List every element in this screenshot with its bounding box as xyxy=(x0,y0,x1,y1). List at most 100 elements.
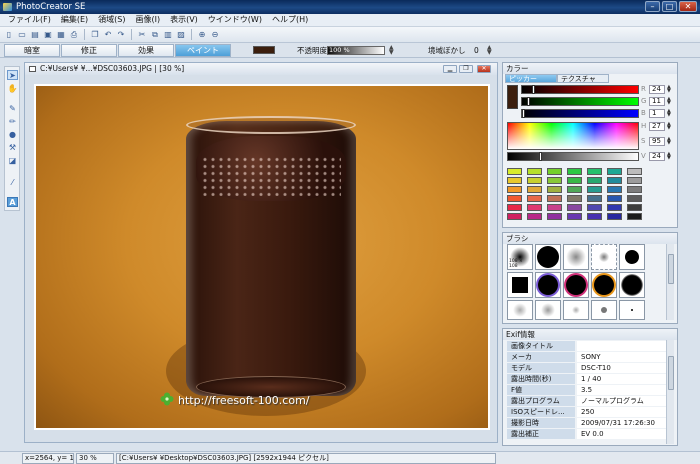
palette-swatch[interactable] xyxy=(547,177,562,184)
brush-preset[interactable] xyxy=(535,272,561,298)
palette-swatch[interactable] xyxy=(627,168,642,175)
tab-picker[interactable]: ピッカー xyxy=(505,74,557,83)
palette-swatch[interactable] xyxy=(607,177,622,184)
palette-swatch[interactable] xyxy=(567,204,582,211)
copy-icon[interactable]: ⧉ xyxy=(149,29,161,41)
menu-image[interactable]: 画像(I) xyxy=(130,14,165,26)
opacity-spin-icon[interactable]: ▲ ▼ xyxy=(389,45,394,56)
palette-swatch[interactable] xyxy=(567,195,582,202)
brush-preset[interactable] xyxy=(619,300,645,320)
opacity-slider[interactable]: 100 % xyxy=(327,46,385,55)
eraser-icon[interactable]: ◪ xyxy=(7,155,18,165)
save-icon[interactable]: ▣ xyxy=(42,29,54,41)
palette-swatch[interactable] xyxy=(587,168,602,175)
tab-texture[interactable]: テクスチャ xyxy=(557,74,609,83)
palette-swatch[interactable] xyxy=(607,186,622,193)
palette-swatch[interactable] xyxy=(567,213,582,220)
palette-swatch[interactable] xyxy=(527,177,542,184)
palette-swatch[interactable] xyxy=(507,204,522,211)
current-color-preview[interactable] xyxy=(507,85,518,109)
palette-swatch[interactable] xyxy=(627,204,642,211)
channel-value-h[interactable]: 27 xyxy=(649,122,665,131)
print-icon[interactable]: ⎙ xyxy=(68,29,80,41)
palette-swatch[interactable] xyxy=(627,186,642,193)
brush-preset[interactable] xyxy=(591,300,617,320)
palette-swatch[interactable] xyxy=(587,213,602,220)
menu-selection[interactable]: 領域(S) xyxy=(93,14,130,26)
slider-green[interactable] xyxy=(521,97,639,106)
brush-preset[interactable] xyxy=(563,272,589,298)
maximize-button[interactable]: □ xyxy=(662,1,677,12)
spin-r-icon[interactable]: ▲ ▼ xyxy=(667,85,671,94)
brush-preset[interactable] xyxy=(591,272,617,298)
palette-swatch[interactable] xyxy=(507,168,522,175)
palette-swatch[interactable] xyxy=(607,204,622,211)
palette-swatch[interactable] xyxy=(527,186,542,193)
image-canvas[interactable]: http://freesoft-100.com/ xyxy=(34,84,490,430)
palette-swatch[interactable] xyxy=(547,213,562,220)
palette-swatch[interactable] xyxy=(607,195,622,202)
palette-swatch[interactable] xyxy=(607,168,622,175)
menu-edit[interactable]: 編集(E) xyxy=(56,14,93,26)
clipboard-icon[interactable]: ▨ xyxy=(175,29,187,41)
palette-swatch[interactable] xyxy=(587,177,602,184)
brush-preset[interactable] xyxy=(591,244,617,270)
undo-icon[interactable]: ↶ xyxy=(102,29,114,41)
tab-retouch[interactable]: 修正 xyxy=(61,44,117,57)
palette-swatch[interactable] xyxy=(587,204,602,211)
hue-saturation-field[interactable] xyxy=(507,122,639,150)
palette-swatch[interactable] xyxy=(607,213,622,220)
palette-swatch[interactable] xyxy=(567,168,582,175)
brush-preset[interactable] xyxy=(507,300,533,320)
palette-swatch[interactable] xyxy=(527,195,542,202)
palette-swatch[interactable] xyxy=(507,177,522,184)
brush-preset[interactable] xyxy=(563,244,589,270)
doc-close-button[interactable]: ✕ xyxy=(477,65,491,73)
slider-blue[interactable] xyxy=(521,109,639,118)
doc-restore-button[interactable]: ❐ xyxy=(459,65,473,73)
brush-preset[interactable]: 108 × 108 xyxy=(507,244,533,270)
zoom-out-icon[interactable]: ⊖ xyxy=(209,29,221,41)
menu-help[interactable]: ヘルプ(H) xyxy=(267,14,313,26)
brush-preset[interactable] xyxy=(507,272,533,298)
paste-icon[interactable]: ▥ xyxy=(162,29,174,41)
palette-swatch[interactable] xyxy=(587,186,602,193)
open-folder-icon[interactable]: ▭ xyxy=(16,29,28,41)
brush-preset[interactable] xyxy=(535,300,561,320)
current-color-swatch[interactable] xyxy=(253,46,275,54)
hand-icon[interactable]: ✋ xyxy=(7,83,18,93)
menu-view[interactable]: 表示(V) xyxy=(165,14,203,26)
brush-icon[interactable]: ✎ xyxy=(7,103,18,113)
text-tool-icon[interactable]: A xyxy=(7,197,18,207)
brush-preset[interactable] xyxy=(563,300,589,320)
palette-swatch[interactable] xyxy=(627,195,642,202)
spin-b-icon[interactable]: ▲ ▼ xyxy=(667,109,671,118)
palette-swatch[interactable] xyxy=(547,186,562,193)
tab-darkroom[interactable]: 暗室 xyxy=(4,44,60,57)
spin-h-icon[interactable]: ▲ ▼ xyxy=(667,122,671,131)
palette-swatch[interactable] xyxy=(527,204,542,211)
pencil-icon[interactable]: ✏ xyxy=(7,116,18,126)
minimize-button[interactable]: – xyxy=(645,1,660,12)
scanner-icon[interactable]: ▤ xyxy=(29,29,41,41)
brush-scrollbar[interactable] xyxy=(666,244,674,320)
channel-value-s[interactable]: 95 xyxy=(649,137,665,146)
palette-swatch[interactable] xyxy=(507,186,522,193)
zoom-in-icon[interactable]: ⊕ xyxy=(196,29,208,41)
blur-value[interactable]: 0 xyxy=(474,46,479,55)
slider-red[interactable] xyxy=(521,85,639,94)
new-file-icon[interactable]: ▯ xyxy=(3,29,15,41)
channel-value-r[interactable]: 24 xyxy=(649,85,665,94)
menu-window[interactable]: ウインドウ(W) xyxy=(203,14,267,26)
palette-swatch[interactable] xyxy=(527,168,542,175)
brush-preset[interactable] xyxy=(619,244,645,270)
save-as-icon[interactable]: ▦ xyxy=(55,29,67,41)
palette-swatch[interactable] xyxy=(567,186,582,193)
menu-file[interactable]: ファイル(F) xyxy=(3,14,56,26)
airbrush-icon[interactable]: ● xyxy=(7,129,18,139)
brush-preset[interactable] xyxy=(619,272,645,298)
palette-swatch[interactable] xyxy=(567,177,582,184)
tab-paint[interactable]: ペイント xyxy=(175,44,231,57)
blur-spin-icon[interactable]: ▲ ▼ xyxy=(487,45,492,56)
slider-value[interactable] xyxy=(507,152,639,161)
